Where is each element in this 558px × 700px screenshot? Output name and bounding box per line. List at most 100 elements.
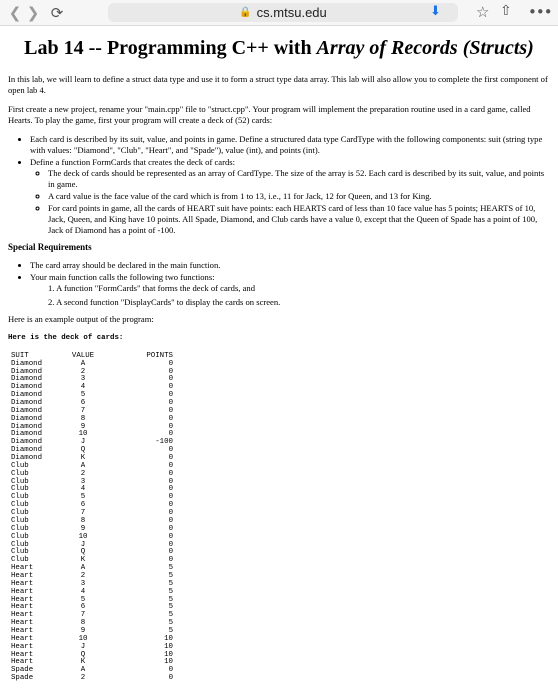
table-row: Club J 0 bbox=[8, 540, 550, 550]
list-item: 2. A second function "DisplayCards" to d… bbox=[48, 297, 281, 307]
more-icon[interactable]: ••• bbox=[528, 3, 553, 21]
table-row: Heart 8 5 bbox=[8, 619, 550, 628]
card-points: 0 bbox=[168, 477, 173, 486]
card-points: 5 bbox=[168, 587, 173, 596]
list-item: 1. A function "FormCards" that forms the… bbox=[48, 283, 256, 293]
table-row: Diamond 10 0 bbox=[8, 431, 550, 439]
card-points: 0 bbox=[168, 422, 173, 431]
card-points: 10 bbox=[164, 658, 173, 667]
output-rows: Diamond A 0 Diamond 2 0 Diamond 3 0 Diamond 4 0 Diam… bbox=[8, 359, 550, 683]
card-points: 0 bbox=[168, 469, 173, 478]
reload-icon[interactable]: ⟳ bbox=[48, 4, 66, 22]
card-points: 0 bbox=[168, 485, 173, 494]
table-row: Heart 10 10 bbox=[8, 634, 550, 644]
table-row: Heart 5 5 bbox=[8, 596, 550, 605]
card-points: 0 bbox=[168, 430, 173, 439]
table-row: Heart 3 5 bbox=[8, 579, 550, 589]
card-points: 5 bbox=[168, 611, 173, 620]
table-row: Heart A 5 bbox=[8, 564, 550, 573]
card-points: 0 bbox=[168, 540, 173, 549]
table-row: Club 5 0 bbox=[8, 493, 550, 502]
list-item: Your main function calls the following t… bbox=[30, 272, 550, 308]
card-points: 10 bbox=[164, 634, 173, 643]
output-header-row: SUIT VALUE POINTS bbox=[8, 351, 550, 361]
card-points: 0 bbox=[168, 509, 173, 518]
card-points: 0 bbox=[168, 406, 173, 415]
card-points: 0 bbox=[168, 461, 173, 470]
table-row: Club 8 0 bbox=[8, 516, 550, 526]
example-label: Here is an example output of the program… bbox=[8, 314, 154, 324]
forward-icon[interactable]: ❯ bbox=[24, 4, 42, 22]
table-row: Club 2 0 bbox=[8, 469, 550, 479]
page-title: Lab 14 -- Programming C++ with Array of … bbox=[24, 37, 534, 59]
first-paragraph: First create a new project, rename your … bbox=[8, 104, 531, 125]
list-item: The card array should be declared in the… bbox=[30, 260, 550, 271]
card-points: 5 bbox=[168, 626, 173, 635]
table-row: Diamond J -100 bbox=[8, 438, 550, 447]
special-list: The card array should be declared in the… bbox=[8, 260, 550, 308]
card-points: 0 bbox=[168, 454, 173, 463]
table-row: Heart J 10 bbox=[8, 642, 550, 652]
page-content: Lab 14 -- Programming C++ with Array of … bbox=[0, 37, 558, 683]
table-row: Club 10 0 bbox=[8, 532, 550, 542]
table-row: Diamond 9 0 bbox=[8, 422, 550, 432]
table-row: Diamond K 0 bbox=[8, 454, 550, 463]
table-row: Club 3 0 bbox=[8, 477, 550, 487]
card-points: 0 bbox=[168, 375, 173, 384]
table-row: Heart 6 5 bbox=[8, 604, 550, 612]
table-row: Diamond 3 0 bbox=[8, 376, 550, 384]
lock-icon: 🔒 bbox=[239, 7, 252, 18]
card-points: 0 bbox=[168, 556, 173, 565]
list-item: For card points in game, all the cards o… bbox=[48, 203, 550, 236]
output-heading: Here is the deck of cards: bbox=[8, 334, 124, 342]
card-points: 0 bbox=[168, 367, 173, 376]
table-row: Heart 7 5 bbox=[8, 611, 550, 620]
table-row: Heart Q 10 bbox=[8, 650, 550, 660]
card-points: 5 bbox=[168, 619, 173, 628]
card-points: 0 bbox=[168, 516, 173, 525]
card-points: 0 bbox=[168, 493, 173, 502]
card-points: 0 bbox=[168, 359, 173, 368]
card-points: 10 bbox=[164, 650, 173, 659]
program-output: Here is the deck of cards: SUIT VALUE PO… bbox=[8, 334, 550, 683]
column-header: POINTS bbox=[146, 351, 173, 360]
back-icon[interactable]: ❮ bbox=[6, 4, 24, 22]
intro-paragraph: In this lab, we will learn to define a s… bbox=[8, 74, 548, 95]
card-points: 0 bbox=[168, 414, 173, 423]
table-row: Diamond 4 0 bbox=[8, 383, 550, 392]
card-points: 0 bbox=[168, 383, 173, 392]
list-item: The deck of cards should be represented … bbox=[48, 168, 550, 190]
table-row: Diamond A 0 bbox=[8, 359, 550, 369]
function-list: 1. A function "FormCards" that forms the… bbox=[30, 283, 550, 308]
list-item: A card value is the face value of the ca… bbox=[48, 191, 550, 202]
table-row: Club 9 0 bbox=[8, 525, 550, 534]
table-row: Diamond 8 0 bbox=[8, 414, 550, 424]
card-points: 10 bbox=[164, 642, 173, 651]
url-text: cs.mtsu.edu bbox=[256, 5, 327, 20]
requirements-list: Each card is described by its suit, valu… bbox=[8, 134, 550, 236]
table-row: Club K 0 bbox=[8, 556, 550, 565]
address-bar[interactable]: 🔒 cs.mtsu.edu bbox=[108, 3, 458, 22]
table-row: Spade 2 0 bbox=[8, 674, 550, 683]
card-points: 0 bbox=[168, 446, 173, 455]
list-item: Each card is described by its suit, valu… bbox=[30, 134, 550, 156]
card-points: 5 bbox=[168, 579, 173, 588]
download-icon[interactable]: ⬇ bbox=[430, 4, 441, 19]
share-icon[interactable]: ⇧ bbox=[500, 3, 512, 19]
sub-list: The deck of cards should be represented … bbox=[30, 168, 550, 236]
table-row: Diamond 5 0 bbox=[8, 391, 550, 400]
table-row: Club 6 0 bbox=[8, 501, 550, 510]
card-points: 0 bbox=[168, 674, 173, 683]
list-item: Define a function FormCards that creates… bbox=[30, 157, 550, 236]
bookmark-star-icon[interactable]: ☆ bbox=[476, 3, 489, 21]
table-row: Club 4 0 bbox=[8, 486, 550, 494]
card-points: 0 bbox=[168, 532, 173, 541]
card-points: 0 bbox=[168, 501, 173, 510]
card-points: 0 bbox=[168, 666, 173, 675]
table-row: Diamond Q 0 bbox=[8, 446, 550, 455]
card-points: 5 bbox=[168, 571, 173, 580]
card-points: -100 bbox=[155, 438, 173, 447]
table-row: Spade A 0 bbox=[8, 666, 550, 675]
section-heading: Special Requirements bbox=[8, 242, 92, 252]
table-row: Heart 4 5 bbox=[8, 587, 550, 597]
